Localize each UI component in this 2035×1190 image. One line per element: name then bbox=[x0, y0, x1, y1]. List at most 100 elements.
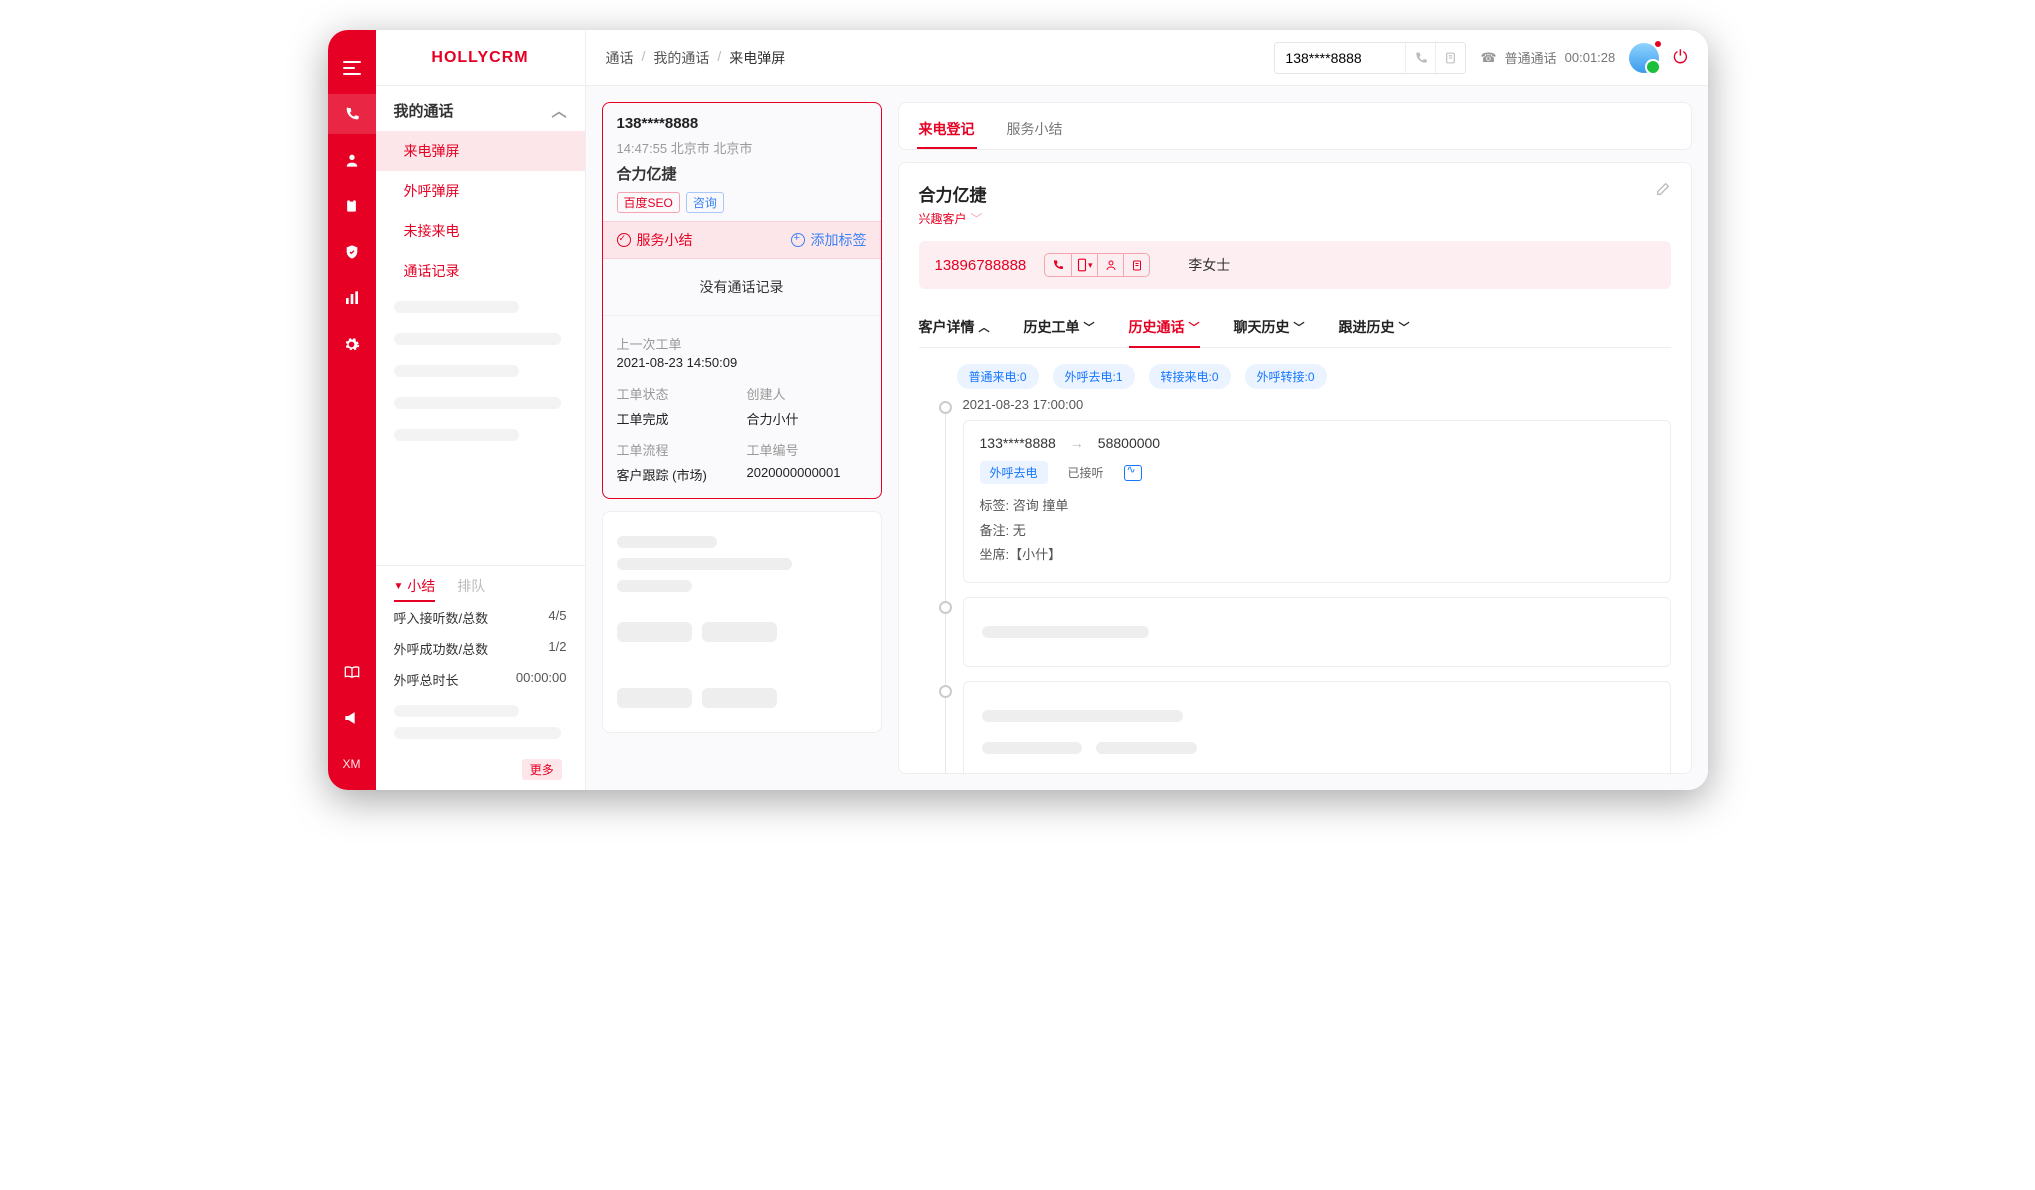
audio-icon[interactable] bbox=[1124, 465, 1142, 481]
rail-book-icon[interactable] bbox=[328, 652, 376, 692]
chevron-down-icon: ﹀ bbox=[1294, 319, 1305, 335]
timeline-time: 2021-08-23 17:00:00 bbox=[963, 397, 1671, 412]
rail-xm-icon[interactable]: XM bbox=[328, 744, 376, 784]
pill-outgoing[interactable]: 外呼去电:1 bbox=[1053, 364, 1135, 389]
ticket-no-label: 工单编号 bbox=[747, 440, 867, 459]
menu-icon[interactable] bbox=[328, 48, 376, 88]
rail-shield-icon[interactable] bbox=[328, 232, 376, 272]
action-mobile-icon[interactable]: ▾ bbox=[1071, 254, 1097, 276]
rail-gear-icon[interactable] bbox=[328, 324, 376, 364]
tab-service-summary[interactable]: 服务小结 bbox=[1005, 109, 1065, 149]
crumb-current: 来电弹屏 bbox=[729, 48, 785, 68]
detail-top-tabs: 来电登记 服务小结 bbox=[898, 102, 1692, 150]
active-call-card[interactable]: 138****8888 14:47:55 北京市 北京市 合力亿捷 百度SEO … bbox=[602, 102, 882, 499]
mini-tab-summary[interactable]: ▼ 小结 bbox=[394, 576, 436, 602]
skeleton-line bbox=[394, 727, 561, 739]
chevron-down-icon: ﹀ bbox=[971, 210, 983, 227]
app-frame: XM HOLLYCRM 我的通话 ︿ 来电弹屏 外呼弹屏 未接来电 通话记录 ▼… bbox=[328, 30, 1708, 790]
timeline-node-skeleton bbox=[963, 597, 1671, 667]
service-summary-label: 服务小结 bbox=[637, 230, 693, 250]
skeleton-line bbox=[394, 705, 519, 717]
tag-seo: 百度SEO bbox=[617, 192, 680, 213]
avatar[interactable] bbox=[1629, 43, 1659, 73]
pill-incoming[interactable]: 普通来电:0 bbox=[957, 364, 1039, 389]
action-note-icon[interactable] bbox=[1123, 254, 1149, 276]
stat-label: 呼入接听数/总数 bbox=[394, 608, 489, 627]
subtab-chat[interactable]: 聊天历史﹀ bbox=[1234, 307, 1305, 347]
mini-tab-queue[interactable]: 排队 bbox=[457, 576, 485, 602]
ticket-status-label: 工单状态 bbox=[617, 384, 737, 403]
crumb-calls[interactable]: 通话 bbox=[606, 48, 634, 68]
timeline-card[interactable]: 133****8888 → 58800000 外呼去电 已接听 bbox=[963, 420, 1671, 583]
service-summary-button[interactable]: 服务小结 bbox=[617, 230, 693, 250]
dial-box bbox=[1274, 42, 1466, 74]
pill-transfer-out[interactable]: 外呼转接:0 bbox=[1245, 364, 1327, 389]
ticket-creator-label: 创建人 bbox=[747, 384, 867, 403]
crumb-my-calls[interactable]: 我的通话 bbox=[653, 48, 709, 68]
chevron-down-icon: ﹀ bbox=[1084, 319, 1095, 335]
pill-transfer-in[interactable]: 转接来电:0 bbox=[1149, 364, 1231, 389]
power-icon[interactable]: ⏻ bbox=[1673, 47, 1687, 68]
ticket-creator-value: 合力小什 bbox=[747, 409, 867, 428]
status-timer: 00:01:28 bbox=[1565, 50, 1616, 65]
call-card-column: 138****8888 14:47:55 北京市 北京市 合力亿捷 百度SEO … bbox=[602, 102, 882, 774]
detail-sub-tabs: 客户详情︿ 历史工单﹀ 历史通话﹀ 聊天历史﹀ 跟进历史﹀ bbox=[919, 307, 1671, 348]
call-filter-pills: 普通来电:0 外呼去电:1 转接来电:0 外呼转接:0 bbox=[957, 364, 1671, 389]
status-label: 普通通话 bbox=[1505, 48, 1557, 67]
skeleton-line bbox=[394, 333, 561, 345]
mini-tab-summary-label: 小结 bbox=[407, 578, 435, 594]
chip-outgoing: 外呼去电 bbox=[980, 461, 1048, 484]
rail-user-icon[interactable] bbox=[328, 140, 376, 180]
add-tag-button[interactable]: 添加标签 bbox=[791, 230, 867, 250]
dial-clipboard-icon[interactable] bbox=[1435, 43, 1465, 73]
more-button[interactable]: 更多 bbox=[522, 759, 562, 780]
chevron-up-icon: ︿ bbox=[979, 319, 990, 335]
chevron-down-icon: ﹀ bbox=[1189, 319, 1200, 335]
call-number: 138****8888 bbox=[617, 115, 867, 132]
ticket-no-link[interactable]: 2020000000001 bbox=[747, 465, 867, 484]
breadcrumb-sep: / bbox=[642, 48, 646, 68]
rail-phone-icon[interactable] bbox=[328, 94, 376, 134]
sidebar-group-my-calls[interactable]: 我的通话 ︿ bbox=[376, 86, 585, 131]
rail-stats-icon[interactable] bbox=[328, 278, 376, 318]
rail-announce-icon[interactable] bbox=[328, 698, 376, 738]
customer-phone-bar: 13896788888 ▾ bbox=[919, 241, 1671, 289]
call-company: 合力亿捷 bbox=[617, 163, 867, 184]
sidebar-item-incoming-popup[interactable]: 来电弹屏 bbox=[376, 131, 585, 171]
customer-type[interactable]: 兴趣客户 ﹀ bbox=[919, 210, 987, 227]
arrow-right-icon: → bbox=[1070, 435, 1084, 451]
edit-icon[interactable] bbox=[1655, 181, 1671, 197]
phone-status-icon: ☎ bbox=[1480, 50, 1496, 66]
skeleton-line bbox=[394, 365, 519, 377]
customer-name: 合力亿捷 bbox=[919, 181, 987, 206]
sidebar-item-missed[interactable]: 未接来电 bbox=[376, 211, 585, 251]
customer-phone: 13896788888 bbox=[935, 257, 1027, 274]
action-call-icon[interactable] bbox=[1045, 254, 1071, 276]
breadcrumb: 通话 / 我的通话 / 来电弹屏 bbox=[606, 48, 786, 68]
brand-logo: HOLLYCRM bbox=[376, 30, 585, 86]
sidebar-item-outgoing-popup[interactable]: 外呼弹屏 bbox=[376, 171, 585, 211]
skeleton-line bbox=[394, 301, 519, 313]
call-status[interactable]: ☎ 普通通话 00:01:28 bbox=[1480, 48, 1615, 67]
main-area: 通话 / 我的通话 / 来电弹屏 ☎ 普通通话 00:01:28 bbox=[586, 30, 1708, 790]
tab-register[interactable]: 来电登记 bbox=[917, 109, 977, 149]
subtab-follow[interactable]: 跟进历史﹀ bbox=[1339, 307, 1410, 347]
subtab-call[interactable]: 历史通话﹀ bbox=[1129, 307, 1200, 347]
dial-phone-icon[interactable] bbox=[1405, 43, 1435, 73]
timeline-node: 2021-08-23 17:00:00 133****8888 → 588000… bbox=[963, 397, 1671, 583]
rail-clipboard-icon[interactable] bbox=[328, 186, 376, 226]
call-to: 58800000 bbox=[1098, 435, 1160, 451]
sidebar-item-call-log[interactable]: 通话记录 bbox=[376, 251, 585, 291]
phone-action-group: ▾ bbox=[1044, 253, 1150, 277]
customer-owner: 李女士 bbox=[1188, 255, 1230, 275]
ticket-status-value: 工单完成 bbox=[617, 409, 737, 428]
subtab-info[interactable]: 客户详情︿ bbox=[919, 307, 990, 347]
skeleton-card bbox=[602, 511, 882, 733]
call-timeline: 2021-08-23 17:00:00 133****8888 → 588000… bbox=[939, 397, 1671, 774]
workspace: 138****8888 14:47:55 北京市 北京市 合力亿捷 百度SEO … bbox=[586, 86, 1708, 790]
dial-input[interactable] bbox=[1275, 50, 1405, 66]
stat-incoming: 呼入接听数/总数 4/5 bbox=[376, 602, 585, 633]
action-user-icon[interactable] bbox=[1097, 254, 1123, 276]
chip-answered: 已接听 bbox=[1058, 461, 1114, 484]
subtab-ticket[interactable]: 历史工单﹀ bbox=[1024, 307, 1095, 347]
